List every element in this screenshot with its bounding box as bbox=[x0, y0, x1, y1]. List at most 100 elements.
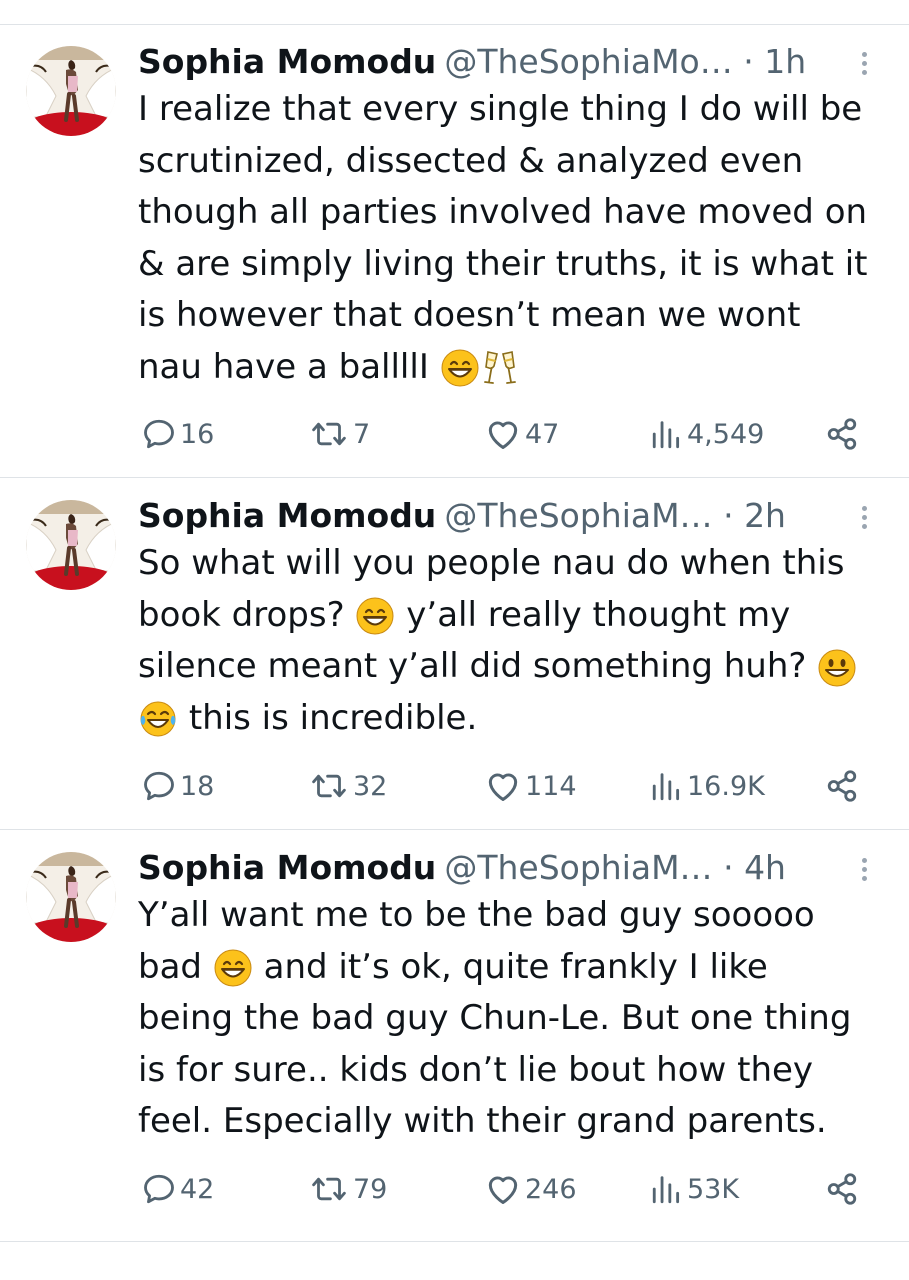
tweet-divider bbox=[0, 829, 909, 830]
action-bar: 42 79 246 53K bbox=[0, 1169, 909, 1209]
more-options-icon[interactable] bbox=[852, 854, 876, 886]
share-icon bbox=[824, 768, 860, 804]
views-button[interactable]: 53K bbox=[650, 1169, 739, 1209]
views-count: 16.9K bbox=[687, 770, 765, 802]
tweet-text: I realize that every single thing I do w… bbox=[138, 84, 888, 393]
text-segment: this is incredible. bbox=[188, 697, 478, 738]
text-segment: and it’s ok, quite frankly I like bbox=[263, 946, 768, 987]
text-segment: book drops? bbox=[138, 594, 345, 635]
author-handle[interactable]: @TheSophiaM… bbox=[444, 496, 712, 535]
views-icon bbox=[650, 417, 684, 451]
retweet-icon bbox=[308, 417, 350, 451]
retweet-button[interactable]: 32 bbox=[308, 766, 387, 806]
text-line: bad and it’s ok, quite frankly I like bbox=[138, 942, 888, 994]
tweet-text: Y’all want me to be the bad guy sooooo b… bbox=[138, 890, 888, 1148]
views-button[interactable]: 16.9K bbox=[650, 766, 765, 806]
reply-icon bbox=[141, 416, 177, 452]
text-line: Y’all want me to be the bad guy sooooo bbox=[138, 895, 815, 935]
clinking-glasses-emoji-icon bbox=[480, 348, 520, 388]
text-line: book drops? y’all really thought my bbox=[138, 590, 888, 642]
reply-button[interactable]: 42 bbox=[141, 1169, 214, 1209]
heart-icon bbox=[484, 415, 522, 453]
action-bar: 18 32 114 16.9K bbox=[0, 766, 909, 806]
more-options-icon[interactable] bbox=[852, 502, 876, 534]
grinning-emoji-icon bbox=[355, 596, 395, 636]
author-name[interactable]: Sophia Momodu bbox=[138, 42, 436, 81]
text-line: this is incredible. bbox=[138, 693, 888, 745]
timestamp[interactable]: 2h bbox=[744, 496, 786, 535]
share-icon bbox=[824, 416, 860, 452]
views-button[interactable]: 4,549 bbox=[650, 414, 764, 454]
retweet-button[interactable]: 7 bbox=[308, 414, 370, 454]
text-line: scrutinized, dissected & analyzed even bbox=[138, 140, 804, 181]
avatar[interactable] bbox=[26, 852, 116, 942]
retweet-count: 79 bbox=[353, 1173, 388, 1205]
text-segment: nau have a ballllI bbox=[138, 346, 429, 387]
text-segment: silence meant y’all did something huh? bbox=[138, 646, 807, 686]
views-icon bbox=[650, 1172, 684, 1206]
like-count: 114 bbox=[525, 770, 577, 802]
author-handle[interactable]: @TheSophiaMo… bbox=[444, 42, 732, 81]
reply-icon bbox=[141, 768, 177, 804]
retweet-button[interactable]: 79 bbox=[308, 1169, 387, 1209]
like-count: 246 bbox=[525, 1173, 577, 1205]
tweet-text: So what will you people nau do when this… bbox=[138, 538, 888, 744]
text-line: feel. Especially with their grand parent… bbox=[138, 1101, 827, 1141]
bottom-divider bbox=[0, 1241, 909, 1242]
grinning-emoji-icon bbox=[440, 348, 480, 388]
tears-of-joy-emoji-icon bbox=[138, 699, 178, 739]
timestamp[interactable]: 1h bbox=[764, 42, 806, 81]
reply-button[interactable]: 16 bbox=[141, 414, 214, 454]
retweet-count: 32 bbox=[353, 770, 388, 802]
smiley-emoji-icon bbox=[817, 648, 857, 688]
share-icon bbox=[824, 1171, 860, 1207]
separator-dot: · bbox=[743, 42, 754, 81]
tweet-header: Sophia Momodu @TheSophiaM… · 2h bbox=[138, 494, 878, 538]
tweet-divider bbox=[0, 477, 909, 478]
share-button[interactable] bbox=[824, 414, 860, 454]
text-line: being the bad guy Chun-Le. But one thing bbox=[138, 998, 852, 1038]
heart-icon bbox=[484, 1170, 522, 1208]
avatar[interactable] bbox=[26, 46, 116, 136]
heart-icon bbox=[484, 767, 522, 805]
views-icon bbox=[650, 769, 684, 803]
like-button[interactable]: 246 bbox=[484, 1169, 577, 1209]
reply-count: 18 bbox=[180, 770, 215, 802]
text-line: is for sure.. kids don’t lie bout how th… bbox=[138, 1049, 814, 1090]
views-count: 53K bbox=[687, 1173, 740, 1205]
more-options-icon[interactable] bbox=[852, 48, 876, 80]
text-line: I realize that every single thing I do w… bbox=[138, 89, 863, 129]
text-line: & are simply living their truths, it is … bbox=[138, 243, 868, 284]
top-divider bbox=[0, 24, 909, 25]
text-line: nau have a ballllI bbox=[138, 342, 888, 394]
like-count: 47 bbox=[525, 418, 560, 450]
avatar[interactable] bbox=[26, 500, 116, 590]
retweet-count: 7 bbox=[353, 418, 371, 450]
text-line: is however that doesn’t mean we wont bbox=[138, 295, 801, 335]
tweet-header: Sophia Momodu @TheSophiaM… · 4h bbox=[138, 846, 878, 890]
separator-dot: · bbox=[723, 848, 734, 887]
grinning-emoji-icon bbox=[213, 948, 253, 988]
share-button[interactable] bbox=[824, 766, 860, 806]
retweet-icon bbox=[308, 769, 350, 803]
action-bar: 16 7 47 4,549 bbox=[0, 414, 909, 454]
timestamp[interactable]: 4h bbox=[744, 848, 786, 887]
author-name[interactable]: Sophia Momodu bbox=[138, 848, 436, 887]
like-button[interactable]: 114 bbox=[484, 766, 577, 806]
text-line: So what will you people nau do when this bbox=[138, 543, 845, 583]
retweet-icon bbox=[308, 1172, 350, 1206]
reply-icon bbox=[141, 1171, 177, 1207]
text-segment: y’all really thought my bbox=[406, 594, 791, 635]
reply-count: 42 bbox=[180, 1173, 215, 1205]
separator-dot: · bbox=[723, 496, 734, 535]
share-button[interactable] bbox=[824, 1169, 860, 1209]
author-name[interactable]: Sophia Momodu bbox=[138, 496, 436, 535]
text-line: though all parties involved have moved o… bbox=[138, 192, 868, 232]
reply-button[interactable]: 18 bbox=[141, 766, 214, 806]
text-line: silence meant y’all did something huh? bbox=[138, 641, 888, 693]
author-handle[interactable]: @TheSophiaM… bbox=[444, 848, 712, 887]
text-segment: bad bbox=[138, 946, 202, 987]
like-button[interactable]: 47 bbox=[484, 414, 559, 454]
reply-count: 16 bbox=[180, 418, 215, 450]
views-count: 4,549 bbox=[687, 418, 765, 450]
